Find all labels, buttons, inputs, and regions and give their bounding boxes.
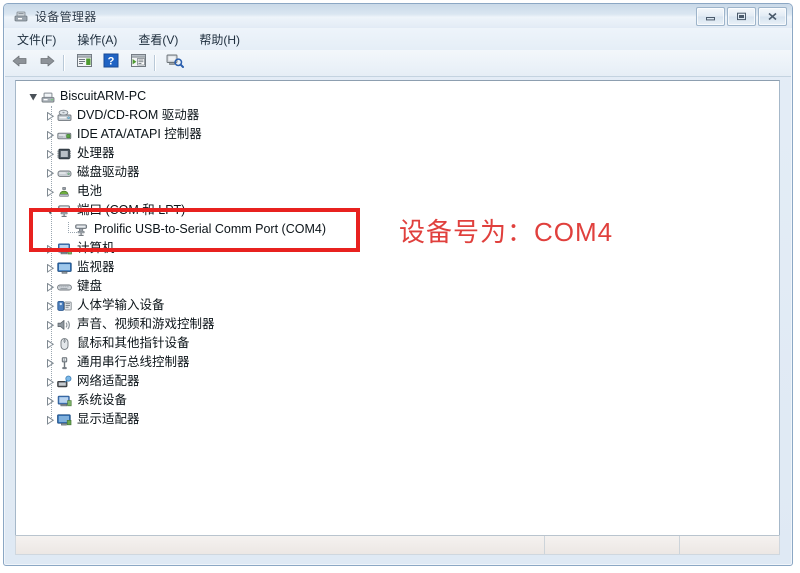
tree-item-8[interactable]: 监视器 — [16, 258, 779, 277]
status-pane-main — [16, 536, 544, 554]
device-tree-panel[interactable]: BiscuitARM-PC DVD/CD-ROM 驱动器 IDE ATA/ATAPI… — [15, 80, 780, 537]
computer-icon — [39, 89, 56, 105]
expander-collapsed-icon[interactable] — [43, 394, 56, 407]
tree-guide-line — [51, 106, 53, 420]
disk-drive-icon — [56, 165, 73, 181]
tree-item-9[interactable]: 键盘 — [16, 277, 779, 296]
tree-item-root[interactable]: BiscuitARM-PC — [16, 87, 779, 106]
tree-item-label: DVD/CD-ROM 驱动器 — [77, 108, 200, 123]
caption-buttons — [696, 7, 787, 26]
title-bar: 设备管理器 — [4, 4, 792, 28]
status-pane-tertiary — [679, 536, 779, 554]
tree-item-3[interactable]: 磁盘驱动器 — [16, 163, 779, 182]
maximize-button[interactable] — [727, 7, 756, 26]
expander-collapsed-icon[interactable] — [43, 166, 56, 179]
expander-collapsed-icon[interactable] — [43, 356, 56, 369]
expander-collapsed-icon[interactable] — [43, 128, 56, 141]
tree-item-label: 监视器 — [77, 260, 115, 275]
expander-collapsed-icon[interactable] — [43, 185, 56, 198]
help-icon: ? — [103, 53, 119, 73]
expander-collapsed-icon[interactable] — [43, 299, 56, 312]
expander-collapsed-icon[interactable] — [43, 413, 56, 426]
minimize-button[interactable] — [696, 7, 725, 26]
usb-icon — [56, 355, 73, 371]
display-adapter-icon — [56, 412, 73, 428]
toolbar-scan-hardware[interactable] — [163, 52, 187, 74]
tree-item-label: 声音、视频和游戏控制器 — [77, 317, 215, 332]
expander-collapsed-icon[interactable] — [43, 318, 56, 331]
tree-item-4[interactable]: 电池 — [16, 182, 779, 201]
properties-icon — [76, 53, 93, 73]
forward-arrow-icon — [38, 54, 56, 73]
back-arrow-icon — [11, 54, 29, 73]
tree-item-label: 网络适配器 — [77, 374, 140, 389]
sound-icon — [56, 317, 73, 333]
toolbar-separator-2 — [154, 55, 156, 71]
device-manager-icon — [13, 8, 29, 24]
menu-bar: 文件(F) 操作(A) 查看(V) 帮助(H) — [5, 28, 791, 50]
expander-collapsed-icon[interactable] — [43, 337, 56, 350]
window-title: 设备管理器 — [35, 9, 97, 24]
mouse-icon — [56, 336, 73, 352]
annotation-text: 设备号为：COM4 — [399, 217, 614, 247]
annotation-highlight-box — [29, 208, 360, 252]
tree-item-1[interactable]: IDE ATA/ATAPI 控制器 — [16, 125, 779, 144]
expander-expanded-icon[interactable] — [26, 90, 39, 103]
tree-item-label: 磁盘驱动器 — [77, 165, 140, 180]
dvd-drive-icon — [56, 108, 73, 124]
tree-item-10[interactable]: 人体学输入设备 — [16, 296, 779, 315]
tree-item-16[interactable]: 显示适配器 — [16, 410, 779, 429]
tree-item-0[interactable]: DVD/CD-ROM 驱动器 — [16, 106, 779, 125]
network-adapter-icon — [56, 374, 73, 390]
menu-help[interactable]: 帮助(H) — [190, 28, 249, 51]
tree-item-label: 鼠标和其他指针设备 — [77, 336, 190, 351]
tree-item-2[interactable]: 处理器 — [16, 144, 779, 163]
tree-item-15[interactable]: 系统设备 — [16, 391, 779, 410]
toolbar-separator-1 — [63, 55, 65, 71]
keyboard-icon — [56, 279, 73, 295]
system-device-icon — [56, 393, 73, 409]
tree-item-label: 电池 — [77, 184, 103, 199]
battery-icon — [56, 184, 73, 200]
monitor-icon — [56, 260, 73, 276]
expander-collapsed-icon[interactable] — [43, 375, 56, 388]
tree-item-label: 人体学输入设备 — [77, 298, 165, 313]
expander-collapsed-icon[interactable] — [43, 280, 56, 293]
show-hidden-devices-icon — [130, 53, 147, 73]
device-manager-window: 设备管理器 文件(F) 操作(A) 查看(V) 帮助(H) ? BiscuitA… — [3, 3, 793, 566]
tree-item-11[interactable]: 声音、视频和游戏控制器 — [16, 315, 779, 334]
status-bar — [15, 535, 780, 555]
tree-item-label: 处理器 — [77, 146, 115, 161]
toolbar-properties[interactable] — [72, 52, 96, 74]
toolbar: ? — [5, 50, 791, 77]
status-pane-secondary — [544, 536, 679, 554]
svg-text:?: ? — [108, 56, 115, 68]
tree-item-label: 系统设备 — [77, 393, 128, 408]
expander-collapsed-icon[interactable] — [43, 109, 56, 122]
expander-collapsed-icon[interactable] — [43, 147, 56, 160]
expander-collapsed-icon[interactable] — [43, 261, 56, 274]
processor-icon — [56, 146, 73, 162]
tree-item-label: 显示适配器 — [77, 412, 140, 427]
tree-item-label: 通用串行总线控制器 — [77, 355, 190, 370]
tree-item-label: 键盘 — [77, 279, 103, 294]
device-tree: BiscuitARM-PC DVD/CD-ROM 驱动器 IDE ATA/ATAPI… — [16, 87, 779, 429]
tree-item-13[interactable]: 通用串行总线控制器 — [16, 353, 779, 372]
tree-item-12[interactable]: 鼠标和其他指针设备 — [16, 334, 779, 353]
toolbar-back[interactable] — [8, 52, 32, 74]
close-button[interactable] — [758, 7, 787, 26]
ide-controller-icon — [56, 127, 73, 143]
tree-item-label: IDE ATA/ATAPI 控制器 — [77, 127, 202, 142]
tree-item-14[interactable]: 网络适配器 — [16, 372, 779, 391]
toolbar-show-hidden[interactable] — [126, 52, 150, 74]
scan-hardware-changes-icon — [166, 53, 184, 73]
toolbar-forward[interactable] — [35, 52, 59, 74]
menu-action[interactable]: 操作(A) — [68, 28, 126, 51]
hid-icon — [56, 298, 73, 314]
toolbar-help[interactable]: ? — [99, 52, 123, 74]
tree-item-label: BiscuitARM-PC — [60, 89, 147, 104]
menu-file[interactable]: 文件(F) — [8, 28, 65, 51]
menu-view[interactable]: 查看(V) — [129, 28, 187, 51]
